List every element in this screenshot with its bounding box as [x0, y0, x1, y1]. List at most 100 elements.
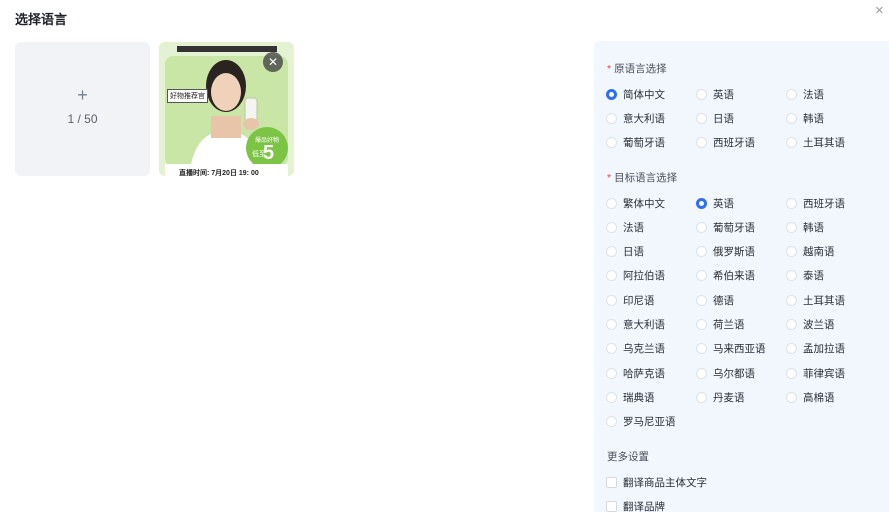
more-settings-label: 更多设置: [607, 451, 649, 463]
radio-dot: [786, 88, 797, 100]
source-language-radio[interactable]: 意大利语: [606, 110, 665, 126]
radio-label: 西班牙语: [803, 197, 845, 210]
target-language-radio[interactable]: 越南语: [786, 244, 835, 260]
radio-dot: [606, 391, 617, 403]
target-language-radio[interactable]: 荷兰语: [696, 317, 745, 333]
source-language-radio[interactable]: 法语: [786, 86, 824, 102]
dialog-title: 选择语言: [15, 12, 68, 27]
target-language-radio[interactable]: 希伯来语: [696, 268, 755, 284]
radio-label: 孟加拉语: [803, 343, 845, 356]
radio-dot: [696, 88, 707, 100]
upload-count: 1 / 50: [67, 112, 98, 126]
target-language-radio[interactable]: 西班牙语: [786, 195, 845, 211]
upload-image-button[interactable]: + 1 / 50: [15, 42, 150, 176]
radio-dot: [786, 294, 797, 306]
source-language-radio[interactable]: 土耳其语: [786, 134, 845, 150]
radio-label: 法语: [623, 221, 644, 234]
radio-label: 英语: [713, 88, 734, 101]
uploaded-image-thumbnail[interactable]: 好物推荐官 爆品好物 低至 5 直播时间: 7月20日 19: 00 ✕: [159, 42, 294, 176]
radio-label: 繁体中文: [623, 197, 665, 210]
target-language-radio[interactable]: 哈萨克语: [606, 365, 665, 381]
target-language-radio[interactable]: 英语: [696, 195, 734, 211]
radio-dot: [696, 197, 707, 209]
target-language-radio[interactable]: 乌克兰语: [606, 341, 665, 357]
radio-label: 韩语: [803, 221, 824, 234]
target-language-radio[interactable]: 意大利语: [606, 317, 665, 333]
target-language-radio[interactable]: 俄罗斯语: [696, 244, 755, 260]
target-language-radio[interactable]: 日语: [606, 244, 644, 260]
radio-dot: [786, 112, 797, 124]
source-language-radio[interactable]: 英语: [696, 86, 734, 102]
radio-dot: [606, 136, 617, 148]
radio-dot: [696, 367, 707, 379]
radio-label: 葡萄牙语: [623, 136, 665, 149]
radio-dot: [606, 221, 617, 233]
radio-dot: [696, 221, 707, 233]
radio-label: 土耳其语: [803, 294, 845, 307]
plus-icon: +: [77, 85, 88, 105]
radio-dot: [606, 294, 617, 306]
radio-dot: [696, 319, 707, 330]
source-language-radio[interactable]: 葡萄牙语: [606, 134, 665, 150]
target-language-radio[interactable]: 罗马尼亚语: [606, 414, 676, 430]
target-language-radio[interactable]: 韩语: [786, 219, 824, 235]
target-language-radio[interactable]: 繁体中文: [606, 195, 665, 211]
target-language-radio[interactable]: 印尼语: [606, 292, 655, 308]
radio-dot: [606, 112, 617, 124]
remove-image-icon[interactable]: ✕: [263, 52, 283, 72]
radio-dot: [606, 270, 617, 282]
target-language-radio[interactable]: 乌尔都语: [696, 365, 755, 381]
target-language-radio[interactable]: 高棉语: [786, 389, 835, 405]
radio-label: 日语: [713, 112, 734, 125]
radio-dot: [786, 197, 797, 209]
thumbnail-footer: 直播时间: 7月20日 19: 00: [179, 170, 259, 176]
target-language-radio[interactable]: 法语: [606, 219, 644, 235]
target-language-radio[interactable]: 德语: [696, 292, 734, 308]
radio-label: 高棉语: [803, 391, 835, 404]
radio-dot: [606, 416, 617, 428]
radio-label: 马来西亚语: [713, 343, 766, 356]
target-language-radio[interactable]: 瑞典语: [606, 389, 655, 405]
radio-label: 英语: [713, 197, 734, 210]
checkbox-box: [606, 476, 617, 488]
radio-label: 荷兰语: [713, 319, 745, 331]
radio-dot: [696, 112, 707, 124]
more-settings-checkbox[interactable]: 翻译商品主体文字: [606, 474, 707, 490]
radio-label: 越南语: [803, 246, 835, 259]
radio-label: 法语: [803, 88, 824, 101]
target-language-radio[interactable]: 葡萄牙语: [696, 219, 755, 235]
radio-label: 瑞典语: [623, 391, 655, 404]
source-language-radio[interactable]: 西班牙语: [696, 134, 755, 150]
radio-label: 西班牙语: [713, 136, 755, 149]
checkbox-label: 翻译品牌: [623, 500, 665, 512]
radio-label: 哈萨克语: [623, 367, 665, 380]
target-language-radio[interactable]: 土耳其语: [786, 292, 845, 308]
radio-dot: [786, 270, 797, 282]
radio-dot: [696, 270, 707, 282]
checkbox-box: [606, 500, 617, 512]
checkbox-label: 翻译商品主体文字: [623, 476, 707, 489]
radio-label: 俄罗斯语: [713, 246, 755, 259]
target-language-radio[interactable]: 泰语: [786, 268, 824, 284]
target-language-radio[interactable]: 菲律宾语: [786, 365, 845, 381]
target-language-radio[interactable]: 阿拉伯语: [606, 268, 665, 284]
radio-label: 印尼语: [623, 294, 655, 307]
radio-label: 阿拉伯语: [623, 270, 665, 283]
target-language-radio[interactable]: 马来西亚语: [696, 341, 766, 357]
radio-label: 葡萄牙语: [713, 221, 755, 234]
radio-dot: [786, 367, 797, 379]
radio-dot: [606, 367, 617, 379]
source-language-radio[interactable]: 简体中文: [606, 86, 665, 102]
source-language-radio[interactable]: 韩语: [786, 110, 824, 126]
radio-label: 乌尔都语: [713, 367, 755, 380]
source-language-radio[interactable]: 日语: [696, 110, 734, 126]
more-settings-checkbox[interactable]: 翻译品牌: [606, 498, 665, 512]
target-language-radio[interactable]: 丹麦语: [696, 389, 745, 405]
thumbnail-tag: 好物推荐官: [167, 89, 208, 103]
radio-dot: [606, 197, 617, 209]
radio-label: 土耳其语: [803, 136, 845, 149]
target-language-radio[interactable]: 孟加拉语: [786, 341, 845, 357]
target-language-radio[interactable]: 波兰语: [786, 317, 835, 333]
close-icon[interactable]: ×: [875, 3, 889, 18]
radio-dot: [606, 343, 617, 355]
